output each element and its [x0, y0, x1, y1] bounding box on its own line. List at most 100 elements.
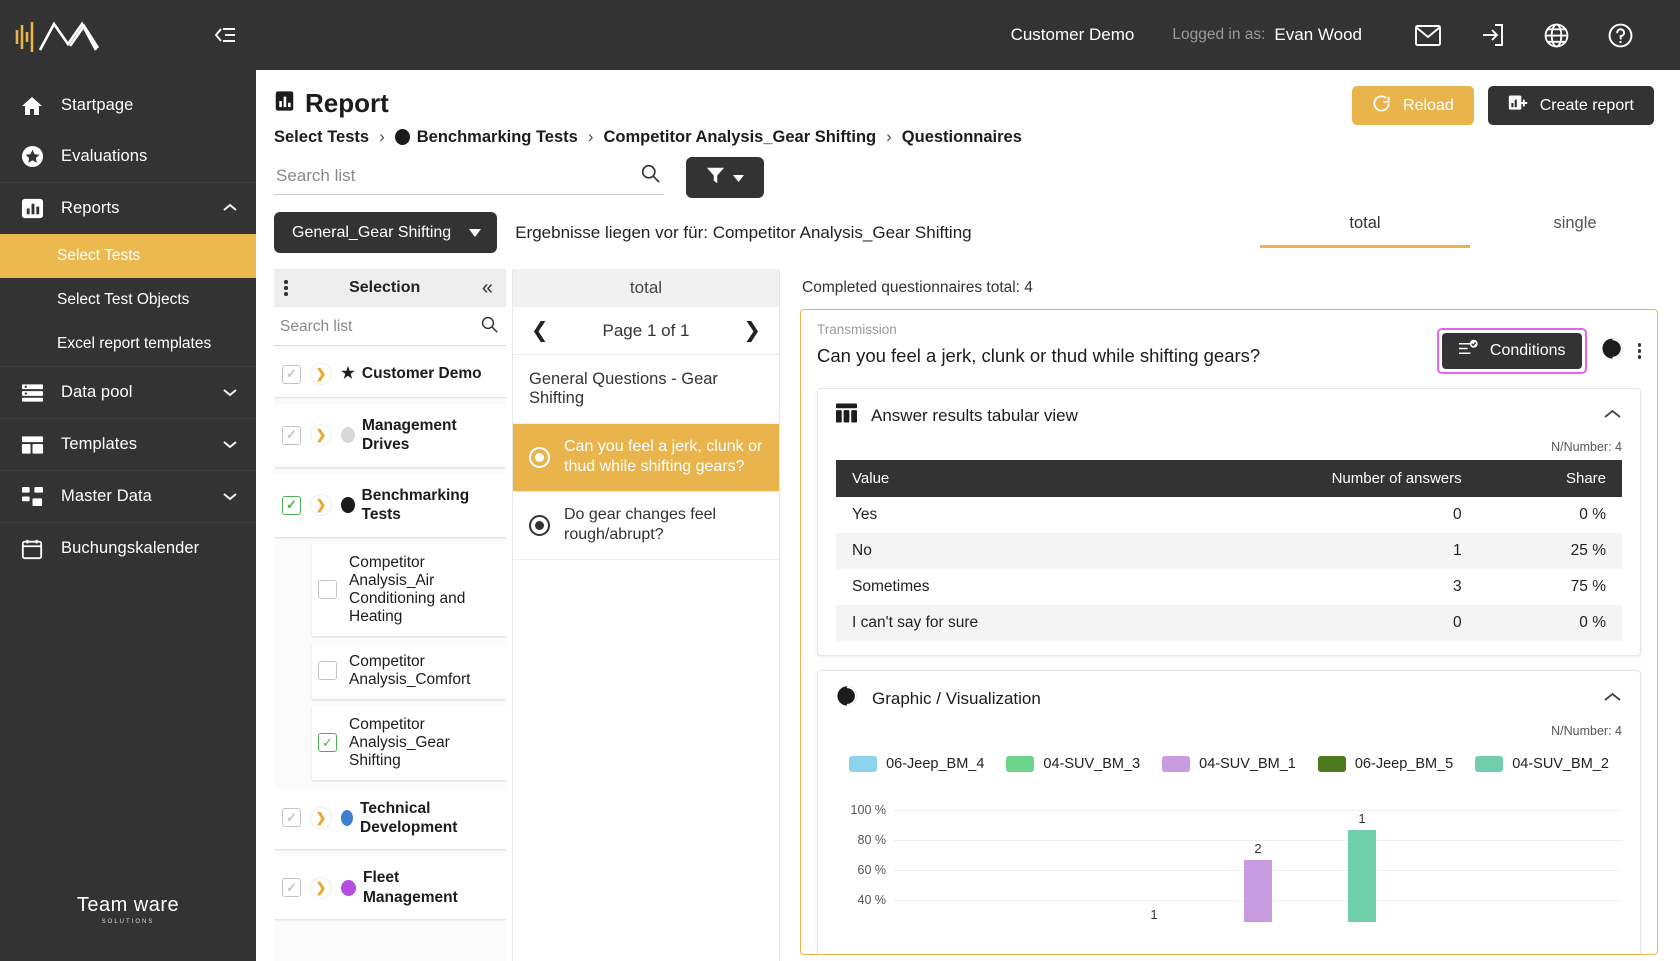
- bar[interactable]: [1348, 830, 1376, 922]
- chevron-left-icon[interactable]: ❮: [531, 318, 549, 343]
- breadcrumb-label: Competitor Analysis_Gear Shifting: [603, 127, 877, 146]
- checkbox[interactable]: ✓: [318, 580, 337, 599]
- chevron-right-icon[interactable]: ❯: [310, 424, 332, 447]
- questionnaire-select[interactable]: General_Gear Shifting: [274, 212, 498, 253]
- legend-label: 04-SUV_BM_1: [1199, 756, 1296, 772]
- sidebar-item-evaluations[interactable]: Evaluations: [0, 131, 256, 182]
- filter-button[interactable]: [686, 157, 764, 198]
- chart-bars: 1 2 1: [894, 802, 1622, 922]
- selection-search-box[interactable]: [274, 307, 506, 346]
- search-icon[interactable]: [481, 316, 498, 338]
- globe-icon[interactable]: [1524, 23, 1588, 48]
- tree-node-competitor-gear-shifting[interactable]: ✓ Competitor Analysis_Gear Shifting: [312, 705, 506, 780]
- chevron-right-icon[interactable]: ❯: [310, 876, 332, 899]
- tree-node-management-drives[interactable]: ✓ ❯ Management Drives: [274, 404, 506, 467]
- selection-search-input[interactable]: [280, 318, 440, 336]
- double-chevron-left-icon[interactable]: «: [482, 278, 493, 298]
- chevron-down-icon[interactable]: ❯: [310, 494, 332, 517]
- sidebar-item-data-pool[interactable]: Data pool: [0, 367, 256, 418]
- radio-selected-icon: [529, 446, 550, 468]
- sidebar-label: Reports: [61, 199, 120, 217]
- tree-node-technical-development[interactable]: ✓ ❯ Technical Development: [274, 786, 506, 850]
- tree-node-competitor-comfort[interactable]: ✓ Competitor Analysis_Comfort: [312, 642, 506, 699]
- mail-icon[interactable]: [1396, 24, 1460, 46]
- logout-icon[interactable]: [1460, 23, 1524, 47]
- tree-node-benchmarking-tests[interactable]: ✓ ❯ Benchmarking Tests: [274, 473, 506, 537]
- questions-header: total: [513, 269, 779, 307]
- breadcrumb-item-0[interactable]: Select Tests: [274, 128, 369, 147]
- checkbox[interactable]: ✓: [318, 661, 337, 680]
- sidebar-item-startpage[interactable]: Startpage: [0, 80, 256, 131]
- tree-node-customer-demo[interactable]: ✓ ❯ ★ Customer Demo: [274, 351, 506, 397]
- breadcrumb-item-2[interactable]: Competitor Analysis_Gear Shifting: [604, 128, 877, 147]
- chevron-right-icon[interactable]: ❯: [743, 318, 761, 343]
- graphic-card-title: Graphic / Visualization: [872, 688, 1041, 708]
- search-icon[interactable]: [641, 164, 660, 188]
- create-report-button[interactable]: Create report: [1487, 86, 1654, 125]
- bar-slot[interactable]: 1: [1310, 802, 1414, 922]
- search-box[interactable]: [274, 161, 664, 195]
- legend-item[interactable]: 04-SUV_BM_1: [1162, 756, 1296, 772]
- checkbox[interactable]: ✓: [282, 808, 301, 828]
- reload-button[interactable]: Reload: [1352, 86, 1474, 125]
- search-input[interactable]: [276, 165, 606, 186]
- tab-total[interactable]: total: [1260, 204, 1470, 248]
- checkbox[interactable]: ✓: [282, 495, 301, 515]
- checkbox[interactable]: ✓: [282, 425, 301, 445]
- sidebar-item-reports[interactable]: Reports: [0, 183, 256, 234]
- sidebar-sub-label: Select Tests: [57, 247, 141, 264]
- breadcrumb-separator: ›: [379, 127, 385, 146]
- chevron-up-icon[interactable]: [1603, 690, 1622, 708]
- checkbox[interactable]: ✓: [282, 364, 301, 384]
- sidebar-item-master-data[interactable]: Master Data: [0, 471, 256, 522]
- page-title-text: Report: [305, 88, 389, 118]
- legend-swatch: [1162, 756, 1191, 772]
- chevron-up-icon[interactable]: [1603, 407, 1622, 425]
- node-color-dot: [394, 129, 410, 145]
- cell-share: 0 %: [1579, 506, 1606, 523]
- checkbox[interactable]: ✓: [318, 733, 337, 752]
- question-item-0[interactable]: Can you feel a jerk, clunk or thud while…: [513, 424, 779, 492]
- sidebar-item-select-tests[interactable]: Select Tests: [0, 234, 256, 278]
- legend-item[interactable]: 06-Jeep_BM_5: [1317, 756, 1453, 772]
- sidebar-sub-label: Select Test Objects: [57, 291, 190, 308]
- sidebar-item-select-test-objects[interactable]: Select Test Objects: [0, 278, 256, 322]
- chevron-right-icon[interactable]: ❯: [310, 363, 332, 385]
- content-region: Report Select Tests › Benchmarking Tests…: [256, 70, 1680, 961]
- question-label: Do gear changes feel rough/abrupt?: [564, 505, 717, 544]
- kebab-menu-icon[interactable]: [1637, 343, 1641, 359]
- sidebar-item-buchungskalender[interactable]: Buchungskalender: [0, 523, 256, 574]
- cell-share: 0 %: [1579, 614, 1606, 631]
- legend-item[interactable]: 04-SUV_BM_2: [1475, 756, 1609, 772]
- breadcrumb-item-1[interactable]: Benchmarking Tests: [394, 128, 578, 147]
- bar-slot[interactable]: 2: [1206, 802, 1310, 922]
- help-icon[interactable]: [1588, 23, 1652, 48]
- bar[interactable]: [1244, 860, 1272, 922]
- tree-node-competitor-air-conditioning[interactable]: ✓ Competitor Analysis_Air Conditioning a…: [312, 543, 506, 636]
- tab-single[interactable]: single: [1470, 204, 1680, 248]
- tree-node-label-wrap: Fleet Management: [341, 868, 498, 907]
- legend-swatch: [1317, 756, 1346, 772]
- table-icon: [836, 403, 857, 428]
- y-tick-label: 80 %: [857, 833, 887, 847]
- question-item-1[interactable]: Do gear changes feel rough/abrupt?: [513, 492, 779, 560]
- sidebar-label: Data pool: [61, 383, 133, 401]
- conditions-button[interactable]: Conditions: [1441, 333, 1582, 369]
- checkbox[interactable]: ✓: [282, 878, 301, 898]
- questions-pager: ❮ Page 1 of 1 ❯: [513, 307, 779, 355]
- legend-item[interactable]: 04-SUV_BM_3: [1006, 756, 1140, 772]
- collapse-sidebar-icon[interactable]: [212, 25, 238, 45]
- chevron-right-icon[interactable]: ❯: [310, 806, 332, 829]
- app-root: Startpage Evaluations Reports Select Tes: [0, 0, 1680, 961]
- breadcrumb-item-3[interactable]: Questionnaires: [902, 128, 1022, 147]
- y-tick-label: 100 %: [850, 803, 886, 817]
- chevron-down-icon: [222, 383, 238, 402]
- legend-item[interactable]: 06-Jeep_BM_4: [849, 756, 984, 772]
- chart-legend: 06-Jeep_BM_4 04-SUV_BM_3 04-SUV_BM_1 06-…: [836, 756, 1622, 772]
- tree-node-fleet-management[interactable]: ✓ ❯ Fleet Management: [274, 856, 506, 919]
- pager-label: Page 1 of 1: [602, 320, 690, 340]
- sidebar-item-excel-report-templates[interactable]: Excel report templates: [0, 322, 256, 366]
- bar-slot: 1: [1102, 802, 1206, 922]
- sidebar-item-templates[interactable]: Templates: [0, 419, 256, 470]
- pie-chart-icon[interactable]: [1601, 337, 1624, 365]
